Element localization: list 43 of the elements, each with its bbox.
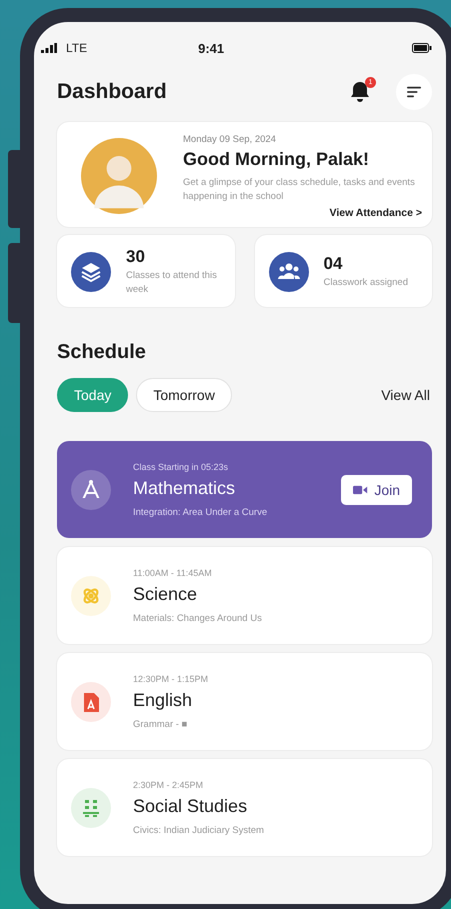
- class-name: Mathematics: [133, 478, 236, 498]
- class-time: 2:30PM - 2:45PM: [133, 780, 204, 790]
- class-card[interactable]: 2:30PM - 2:45PM Social Studies Civics: Indian Judiciary System: [57, 759, 432, 856]
- class-name: Social Studies: [133, 796, 248, 816]
- view-attendance-link[interactable]: View Attendance >: [330, 206, 422, 218]
- day-tab[interactable]: Tomorrow: [136, 378, 232, 412]
- stat-value: 30: [126, 246, 146, 266]
- greeting-description: Get a glimpse of your class schedule, tasks and events happening in the school: [183, 176, 416, 204]
- document-icon: [71, 682, 111, 722]
- group-icon: [268, 252, 308, 292]
- class-time: 12:30PM - 1:15PM: [133, 674, 210, 684]
- carrier-label: LTE: [66, 41, 88, 55]
- class-topic: Integration: Area Under a Curve: [133, 506, 268, 518]
- class-topic: Civics: Indian Judiciary System: [133, 824, 265, 836]
- section-title: Schedule: [57, 341, 147, 364]
- video-camera-icon: [353, 484, 368, 494]
- class-name: English: [133, 690, 194, 710]
- class-time: 11:00AM - 11:45AM: [133, 568, 213, 578]
- class-card[interactable]: 12:30PM - 1:15PM English Grammar - ■: [57, 653, 432, 750]
- class-topic: Materials: Changes Around Us: [133, 612, 263, 624]
- notification-bell-icon[interactable]: [348, 80, 372, 104]
- stat-label: Classwork assigned: [324, 276, 408, 290]
- menu-icon: [405, 85, 423, 99]
- layers-icon: [71, 252, 111, 292]
- menu-button[interactable]: [396, 74, 432, 110]
- signal-icon: [40, 43, 58, 53]
- class-name: Science: [133, 584, 198, 604]
- class-time: Class Starting in 05:23s: [133, 462, 230, 472]
- stat-value: 04: [324, 254, 344, 274]
- atom-icon: [71, 576, 111, 616]
- date-label: Monday 09 Sep, 2024: [183, 134, 277, 145]
- greeting-title: Good Morning, Palak!: [183, 149, 370, 170]
- status-time: 9:41: [198, 40, 224, 56]
- class-card[interactable]: 11:00AM - 11:45AM Science Materials: Changes Around Us: [57, 547, 432, 644]
- battery-icon: [412, 43, 432, 53]
- view-all-link[interactable]: View All: [381, 387, 430, 403]
- stat-label: Classes to attend this week: [126, 268, 218, 297]
- grid-icon: [71, 788, 111, 828]
- class-topic: Grammar - ■: [133, 718, 188, 730]
- compass-icon: [71, 470, 111, 510]
- page-title: Dashboard: [57, 80, 168, 104]
- class-card[interactable]: Class Starting in 05:23s Mathematics Integration: Area Under a Curve Join: [57, 441, 432, 538]
- join-button[interactable]: Join: [341, 474, 412, 504]
